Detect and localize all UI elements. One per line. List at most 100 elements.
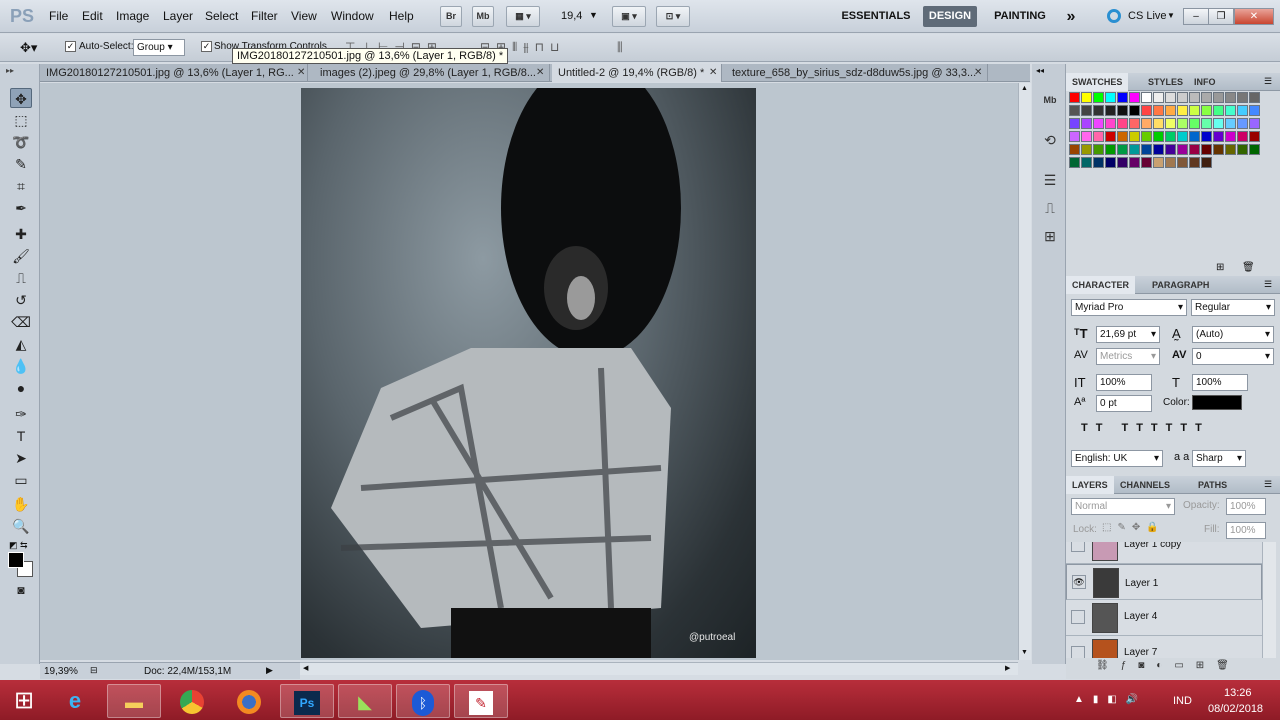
color-swatch[interactable] bbox=[1225, 92, 1236, 103]
quick-select-tool[interactable]: ✎ bbox=[10, 154, 32, 174]
layer-row[interactable]: Layer 4 bbox=[1066, 600, 1262, 636]
app-green-icon[interactable]: ◣ bbox=[338, 684, 392, 718]
blend-mode-select[interactable]: Normal ▾ bbox=[1071, 498, 1175, 515]
pen-tool[interactable]: ✑ bbox=[10, 404, 32, 424]
text-color-swatch[interactable] bbox=[1192, 395, 1242, 410]
start-button[interactable]: ⊞ bbox=[0, 684, 48, 718]
lasso-tool[interactable]: ➰ bbox=[10, 132, 32, 152]
opacity-field[interactable]: 100% bbox=[1226, 498, 1266, 515]
status-menu-arrow-icon[interactable]: ▶ bbox=[266, 665, 273, 676]
color-swatch[interactable] bbox=[1105, 144, 1116, 155]
minimize-button[interactable]: – bbox=[1183, 8, 1209, 25]
color-swatch[interactable] bbox=[1249, 92, 1260, 103]
tab-untitled-2[interactable]: Untitled-2 @ 19,4% (RGB/8) * ✕ bbox=[552, 64, 722, 82]
color-swatch[interactable] bbox=[1105, 157, 1116, 168]
chrome-icon[interactable] bbox=[165, 684, 219, 718]
color-swatch[interactable] bbox=[1069, 131, 1080, 142]
color-swatch[interactable] bbox=[1249, 131, 1260, 142]
color-swatch[interactable] bbox=[1201, 105, 1212, 116]
color-swatch[interactable] bbox=[1189, 157, 1200, 168]
color-swatch[interactable] bbox=[1069, 144, 1080, 155]
tab-styles[interactable]: STYLES bbox=[1142, 73, 1189, 91]
scroll-down-icon[interactable]: ▼ bbox=[1021, 649, 1028, 656]
color-swatch[interactable] bbox=[1201, 92, 1212, 103]
color-swatch[interactable] bbox=[1237, 105, 1248, 116]
close-icon[interactable]: ✕ bbox=[536, 64, 544, 82]
antialias-select[interactable]: Sharp ▾ bbox=[1192, 450, 1246, 467]
color-swatch[interactable] bbox=[1213, 144, 1224, 155]
screen-mode-button[interactable]: ⊡ ▾ bbox=[656, 6, 690, 27]
visibility-toggle[interactable] bbox=[1071, 542, 1085, 552]
tab-swatches[interactable]: SWATCHES bbox=[1066, 73, 1129, 91]
color-swatch[interactable] bbox=[1201, 157, 1212, 168]
status-icon[interactable]: ⊟ bbox=[90, 665, 98, 676]
photoshop-taskbar-icon[interactable]: Ps bbox=[280, 684, 334, 718]
tracking-field[interactable]: 0 ▾ bbox=[1192, 348, 1274, 365]
tab-info[interactable]: INFO bbox=[1188, 73, 1222, 91]
color-swatch[interactable] bbox=[1105, 105, 1116, 116]
workspace-essentials[interactable]: ESSENTIALS bbox=[836, 6, 916, 27]
color-swatch[interactable] bbox=[1249, 118, 1260, 129]
marquee-tool[interactable]: ⬚ bbox=[10, 110, 32, 130]
color-swatch[interactable] bbox=[1213, 131, 1224, 142]
color-swatch[interactable] bbox=[1213, 105, 1224, 116]
brushes-icon[interactable]: ☰ bbox=[1040, 170, 1060, 190]
visibility-toggle[interactable] bbox=[1071, 610, 1085, 624]
color-swatch[interactable] bbox=[1177, 118, 1188, 129]
color-swatch[interactable] bbox=[1213, 118, 1224, 129]
color-swatch[interactable] bbox=[1153, 131, 1164, 142]
move-tool[interactable]: ✥ bbox=[10, 88, 32, 108]
eye-icon[interactable]: 👁 bbox=[1072, 575, 1086, 589]
type-tool[interactable]: T bbox=[10, 426, 32, 446]
history-icon[interactable]: ⟲ bbox=[1040, 130, 1060, 150]
color-swatch[interactable] bbox=[1189, 118, 1200, 129]
layers-scrollbar[interactable] bbox=[1262, 542, 1276, 658]
layer-row[interactable]: 👁 Layer 1 bbox=[1066, 564, 1262, 600]
color-swatch[interactable] bbox=[1165, 118, 1176, 129]
menu-view[interactable]: View bbox=[291, 9, 317, 23]
color-swatch[interactable] bbox=[1237, 118, 1248, 129]
color-swatch[interactable] bbox=[1165, 144, 1176, 155]
lock-buttons[interactable]: ⬚✎✥🔒 bbox=[1102, 522, 1165, 533]
dodge-tool[interactable]: ● bbox=[10, 378, 32, 398]
zoom-level-select[interactable]: 19,4 bbox=[561, 10, 582, 22]
color-swatch[interactable] bbox=[1093, 144, 1104, 155]
color-swatch[interactable] bbox=[1213, 92, 1224, 103]
language-select[interactable]: English: UK ▾ bbox=[1071, 450, 1163, 467]
color-swatch[interactable] bbox=[1141, 131, 1152, 142]
color-swatch[interactable] bbox=[1081, 144, 1092, 155]
color-swatch[interactable] bbox=[1165, 92, 1176, 103]
color-swatch[interactable] bbox=[1081, 92, 1092, 103]
color-swatch[interactable] bbox=[1117, 92, 1128, 103]
tab-layers[interactable]: LAYERS bbox=[1066, 476, 1114, 494]
zoom-tool[interactable]: 🔍 bbox=[10, 516, 32, 536]
color-swatch[interactable] bbox=[1129, 157, 1140, 168]
firefox-icon[interactable] bbox=[222, 684, 276, 718]
tab-channels[interactable]: CHANNELS bbox=[1114, 476, 1176, 494]
auto-align-button[interactable]: ⫼ bbox=[617, 40, 623, 55]
color-swatch[interactable] bbox=[1069, 92, 1080, 103]
color-swatch[interactable] bbox=[1237, 92, 1248, 103]
tab-character[interactable]: CHARACTER bbox=[1066, 276, 1135, 294]
color-swatch[interactable] bbox=[1237, 144, 1248, 155]
color-swatch[interactable] bbox=[1141, 157, 1152, 168]
kerning-field[interactable]: Metrics ▾ bbox=[1096, 348, 1160, 365]
color-swatch[interactable] bbox=[1153, 92, 1164, 103]
color-swatch[interactable] bbox=[1093, 157, 1104, 168]
mini-bridge-button[interactable]: Mb bbox=[472, 6, 494, 27]
clock-time[interactable]: 13:26 bbox=[1224, 687, 1252, 699]
color-swatch[interactable] bbox=[1129, 131, 1140, 142]
workspace-painting[interactable]: PAINTING bbox=[987, 6, 1053, 27]
color-swatch[interactable] bbox=[1069, 118, 1080, 129]
auto-select-checkbox[interactable]: ✓ bbox=[65, 41, 76, 52]
default-colors-icon[interactable]: ◩ ⇆ bbox=[9, 540, 28, 551]
view-extras-button[interactable]: ▦ ▾ bbox=[506, 6, 540, 27]
color-swatch[interactable] bbox=[1081, 105, 1092, 116]
color-swatch[interactable] bbox=[1117, 105, 1128, 116]
eraser-tool[interactable]: ⌫ bbox=[10, 312, 32, 332]
workspace-design[interactable]: DESIGN bbox=[923, 6, 977, 27]
color-swatch[interactable] bbox=[1153, 157, 1164, 168]
vertical-scrollbar[interactable]: ▲ ▼ bbox=[1018, 83, 1031, 660]
visibility-toggle[interactable] bbox=[1071, 646, 1085, 658]
layer-row[interactable]: Layer 1 copy bbox=[1066, 542, 1262, 564]
